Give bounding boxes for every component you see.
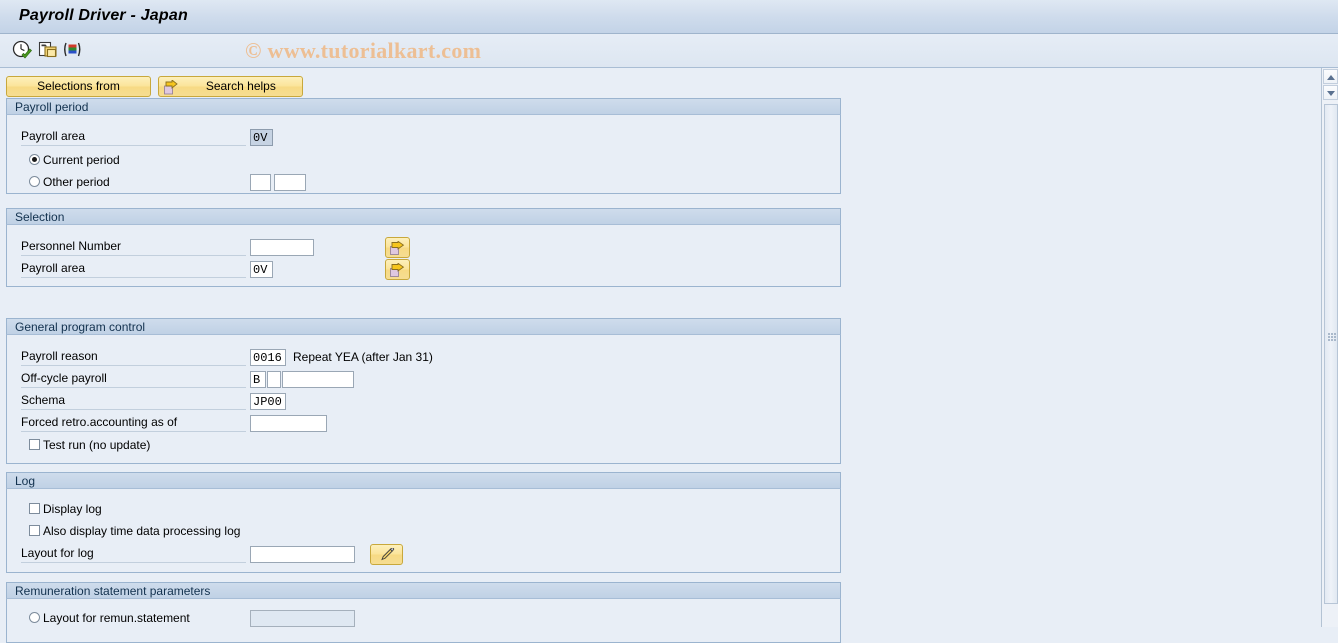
- panel-remuneration-statement-title: Remuneration statement parameters: [6, 582, 841, 599]
- window-title-bar: Payroll Driver - Japan: [0, 0, 1338, 34]
- payroll-reason-label: Payroll reason: [21, 349, 246, 366]
- layout-for-log-label: Layout for log: [21, 546, 246, 563]
- application-toolbar: [0, 34, 1338, 68]
- scroll-up-arrow-icon[interactable]: [1323, 69, 1338, 84]
- radio-other-period[interactable]: Other period: [29, 175, 110, 191]
- panel-selection: Selection Personnel Number Payroll area: [6, 208, 841, 287]
- panel-payroll-period: Payroll period Payroll area Current peri…: [6, 98, 841, 194]
- checkbox-test-run[interactable]: Test run (no update): [29, 438, 150, 454]
- forced-retro-accounting-input[interactable]: [250, 415, 327, 432]
- panel-general-program-control-title: General program control: [6, 318, 841, 335]
- selections-from-button[interactable]: Selections from: [6, 76, 151, 97]
- selection-payroll-area-label: Payroll area: [21, 261, 246, 278]
- panel-log-body: Display log Also display time data proce…: [7, 489, 840, 571]
- arrow-right-icon: [164, 79, 179, 95]
- personnel-number-multi-select-button[interactable]: [385, 237, 410, 258]
- selection-payroll-area-input[interactable]: [250, 261, 273, 278]
- scrollbar-grip-icon: [1328, 333, 1336, 341]
- off-cycle-payroll-label: Off-cycle payroll: [21, 371, 246, 388]
- panel-log-title: Log: [6, 472, 841, 489]
- panel-remuneration-statement: Remuneration statement parameters Layout…: [6, 582, 841, 643]
- other-period-input-1[interactable]: [250, 174, 271, 191]
- scroll-down-arrow-icon[interactable]: [1323, 85, 1338, 100]
- radio-other-period-dot: [29, 176, 40, 187]
- off-cycle-payroll-type-input[interactable]: [250, 371, 266, 388]
- radio-other-period-label: Other period: [43, 175, 110, 189]
- selection-personnel-number-input[interactable]: [250, 239, 314, 256]
- panel-remuneration-statement-body: Layout for remun.statement: [7, 599, 840, 641]
- selection-button-row: Selections from Search helps: [6, 76, 304, 97]
- checkbox-display-log-box: [29, 503, 40, 514]
- checkbox-display-log-label: Display log: [43, 502, 102, 516]
- checkbox-test-run-box: [29, 439, 40, 450]
- payroll-period-payroll-area-input[interactable]: [250, 129, 273, 146]
- panel-payroll-period-title: Payroll period: [6, 98, 841, 115]
- radio-layout-for-remun-statement-dot: [29, 612, 40, 623]
- panel-general-program-control-body: Payroll reason Repeat YEA (after Jan 31)…: [7, 335, 840, 462]
- payroll-area-multi-select-button[interactable]: [385, 259, 410, 280]
- payroll-reason-description: Repeat YEA (after Jan 31): [293, 350, 433, 364]
- other-period-input-2[interactable]: [274, 174, 306, 191]
- schema-input[interactable]: [250, 393, 286, 410]
- selections-from-label: Selections from: [37, 79, 120, 93]
- payroll-reason-input[interactable]: [250, 349, 286, 366]
- execute-icon[interactable]: [11, 39, 33, 61]
- schema-label: Schema: [21, 393, 246, 410]
- layout-for-remun-statement-input[interactable]: [250, 610, 355, 627]
- copy-icon[interactable]: [37, 39, 59, 61]
- page-title: Payroll Driver - Japan: [19, 7, 188, 24]
- layout-for-log-edit-button[interactable]: [370, 544, 403, 565]
- vertical-scrollbar[interactable]: [1321, 68, 1338, 627]
- radio-current-period-dot: [29, 154, 40, 165]
- checkbox-also-display-time-log-label: Also display time data processing log: [43, 524, 241, 538]
- selection-personnel-number-label: Personnel Number: [21, 239, 246, 256]
- scrollbar-thumb[interactable]: [1324, 104, 1338, 604]
- radio-layout-for-remun-statement-label: Layout for remun.statement: [43, 611, 190, 625]
- radio-current-period[interactable]: Current period: [29, 153, 120, 169]
- search-helps-label: Search helps: [205, 79, 276, 93]
- off-cycle-payroll-date-input[interactable]: [282, 371, 354, 388]
- off-cycle-payroll-reason-input[interactable]: [267, 371, 281, 388]
- checkbox-test-run-label: Test run (no update): [43, 438, 151, 452]
- checkbox-also-display-time-log-box: [29, 525, 40, 536]
- panel-selection-body: Personnel Number Payroll area: [7, 225, 840, 285]
- radio-current-period-label: Current period: [43, 153, 120, 167]
- panel-payroll-period-body: Payroll area Current period Other period: [7, 115, 840, 192]
- checkbox-also-display-time-log[interactable]: Also display time data processing log: [29, 524, 240, 540]
- panel-log: Log Display log Also display time data p…: [6, 472, 841, 573]
- payroll-period-payroll-area-label: Payroll area: [21, 129, 246, 146]
- forced-retro-accounting-label: Forced retro.accounting as of: [21, 415, 246, 432]
- radio-layout-for-remun-statement[interactable]: Layout for remun.statement: [29, 611, 190, 627]
- panel-general-program-control: General program control Payroll reason R…: [6, 318, 841, 464]
- search-helps-button[interactable]: Search helps: [158, 76, 304, 97]
- variant-icon[interactable]: [61, 39, 83, 61]
- checkbox-display-log[interactable]: Display log: [29, 502, 102, 518]
- layout-for-log-input[interactable]: [250, 546, 355, 563]
- panel-selection-title: Selection: [6, 208, 841, 225]
